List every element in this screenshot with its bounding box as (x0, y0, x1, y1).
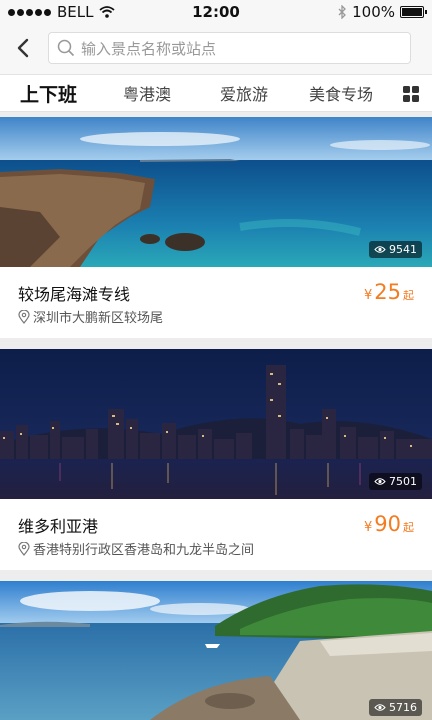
eye-icon (374, 704, 386, 711)
location-pin-icon (18, 309, 30, 324)
tab-food[interactable]: 美食专场 (309, 81, 373, 105)
view-count: 7501 (369, 473, 422, 490)
search-placeholder: 输入景点名称或站点 (81, 39, 217, 58)
view-count: 9541 (369, 241, 422, 258)
route-title: 较场尾海滩专线 (18, 285, 131, 304)
route-title: 维多利亚港 (18, 517, 99, 536)
view-count: 5716 (369, 699, 422, 716)
battery-icon (400, 6, 427, 18)
search-input[interactable]: 输入景点名称或站点 (48, 32, 411, 64)
back-icon[interactable] (10, 34, 38, 62)
bluetooth-icon (338, 5, 347, 19)
tab-gba[interactable]: 粤港澳 (123, 81, 171, 105)
top-bar: BELL 12:00 100% 输入景点名称或站点 (0, 0, 432, 74)
route-photo: 5716 (0, 581, 432, 720)
grid-menu-icon[interactable] (403, 86, 419, 102)
route-price: ¥ 90 起 (363, 512, 414, 536)
route-card[interactable]: 7501 维多利亚港 香港特别行政区香港岛和九龙半岛之间 ¥ 90 起 (0, 349, 432, 570)
route-price: ¥ 25 起 (363, 280, 414, 304)
route-address: 香港特别行政区香港岛和九龙半岛之间 (18, 539, 254, 558)
eye-icon (374, 478, 386, 485)
route-photo: 7501 (0, 349, 432, 499)
location-pin-icon (18, 541, 30, 556)
tab-travel[interactable]: 爱旅游 (220, 81, 268, 105)
route-card[interactable]: 9541 较场尾海滩专线 深圳市大鹏新区较场尾 ¥ 25 起 (0, 117, 432, 338)
battery-percent: 100% (352, 3, 395, 21)
eye-icon (374, 246, 386, 253)
tab-commute[interactable]: 上下班 (20, 80, 77, 107)
route-address: 深圳市大鹏新区较场尾 (18, 307, 163, 326)
route-photo: 9541 (0, 117, 432, 267)
search-icon (57, 39, 75, 57)
category-tabs: 上下班 粤港澳 爱旅游 美食专场 (0, 74, 432, 112)
status-bar: BELL 12:00 100% (0, 0, 432, 24)
route-card[interactable]: 5716 (0, 581, 432, 720)
